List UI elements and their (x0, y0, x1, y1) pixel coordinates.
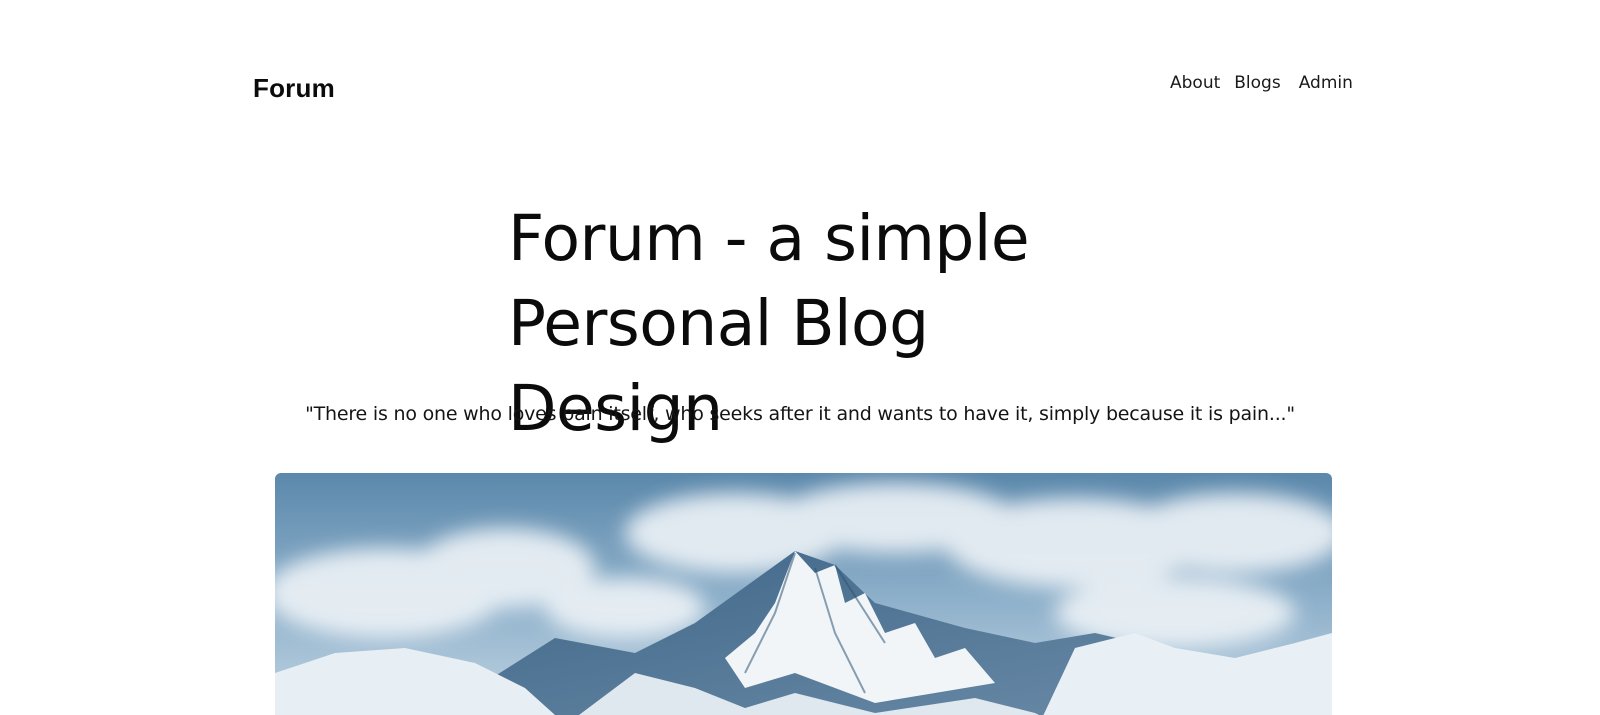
nav-link-blogs[interactable]: Blogs (1234, 73, 1280, 93)
main-nav: About Blogs Admin (1170, 73, 1353, 93)
hero-title-line-1: Forum - a simple (508, 202, 1030, 275)
hero-image (275, 473, 1332, 715)
hero-quote: "There is no one who loves pain itself, … (305, 403, 1295, 425)
nav-link-about[interactable]: About (1170, 73, 1220, 93)
page: Forum About Blogs Admin Forum - a simple… (0, 0, 1600, 715)
site-logo[interactable]: Forum (253, 73, 335, 104)
mountain-image (275, 473, 1332, 715)
nav-link-admin[interactable]: Admin (1299, 73, 1353, 93)
